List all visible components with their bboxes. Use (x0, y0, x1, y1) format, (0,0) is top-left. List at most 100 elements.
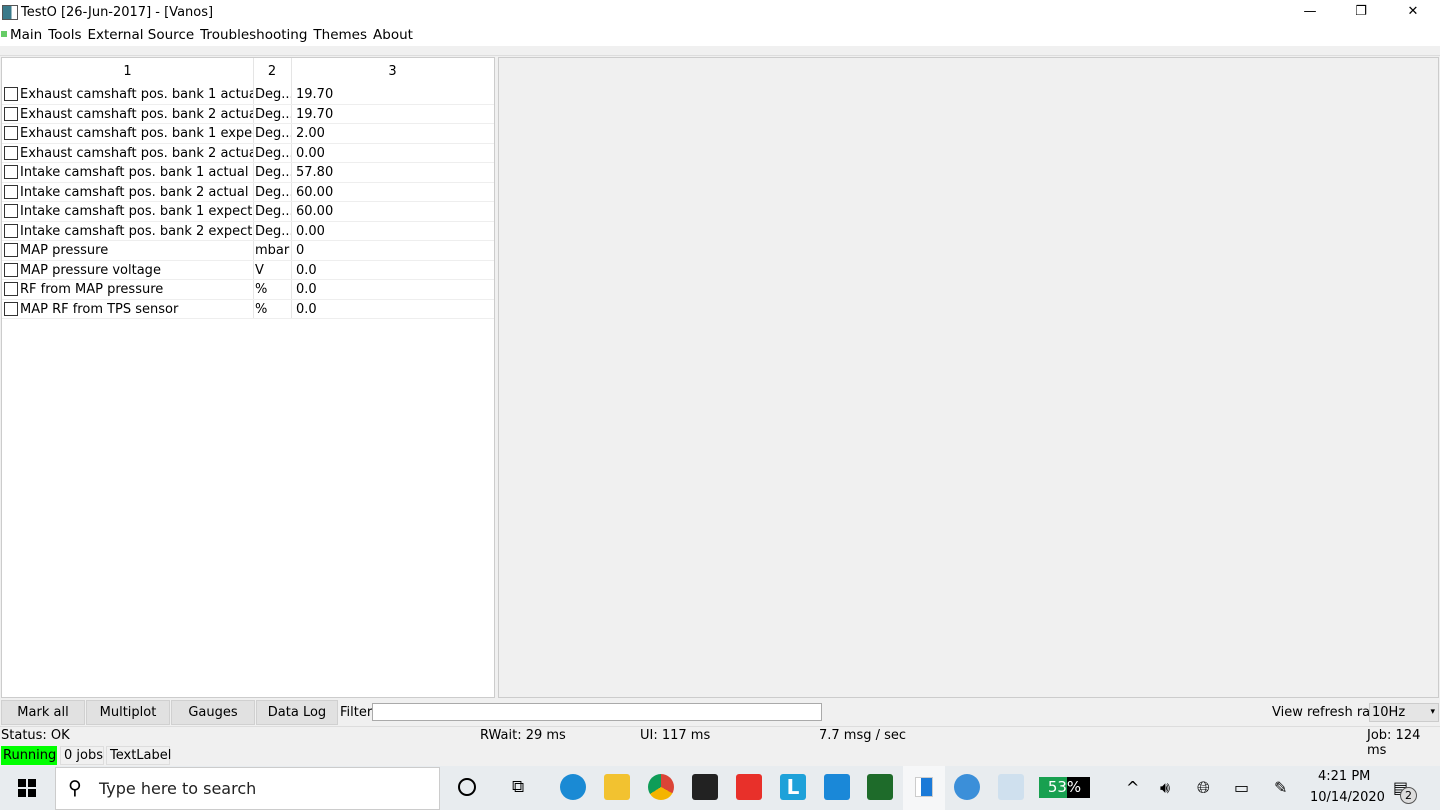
app-red-icon[interactable] (736, 774, 762, 800)
cortana-icon[interactable] (458, 778, 476, 796)
minimize-button[interactable]: — (1287, 0, 1333, 26)
active-app-tab[interactable] (903, 766, 945, 810)
mail-icon[interactable] (824, 774, 850, 800)
menu-external-source[interactable]: External Source (88, 26, 195, 45)
parameter-value: 60.00 (296, 184, 334, 200)
app-l-icon[interactable]: L (780, 774, 806, 800)
menu-bar: Main Tools External Source Troubleshooting T… (0, 26, 1440, 46)
parameter-name: MAP pressure voltage (20, 262, 161, 278)
gauges-button[interactable]: Gauges (171, 700, 255, 725)
row-checkbox[interactable] (4, 87, 18, 101)
parameter-value: 0.0 (296, 301, 317, 317)
menu-troubleshooting[interactable]: Troubleshooting (200, 26, 307, 45)
job-time-text: Job: 124 ms (1367, 728, 1421, 758)
mark-all-button[interactable]: Mark all (1, 700, 85, 725)
menu-themes[interactable]: Themes (313, 26, 367, 45)
menu-main[interactable]: Main (10, 26, 42, 45)
parameter-name: Intake camshaft pos. bank 2 actual (20, 184, 249, 200)
restore-button[interactable]: ❐ (1338, 0, 1384, 26)
app-blue-icon[interactable] (954, 774, 980, 800)
row-checkbox[interactable] (4, 106, 18, 121)
ui-time-text: UI: 117 ms (640, 728, 711, 743)
parameter-name: MAP RF from TPS sensor (20, 301, 179, 317)
row-checkbox[interactable] (4, 262, 18, 277)
parameter-table: 1 2 3 Exhaust camshaft pos. bank 1 actua… (1, 57, 495, 698)
pen-icon[interactable]: ✎ (1274, 778, 1287, 797)
table-row[interactable]: Exhaust camshaft pos. bank 1 actual Deg.… (2, 85, 494, 105)
refresh-rate-value: 10Hz (1372, 705, 1406, 720)
rwait-text: RWait: 29 ms (480, 728, 566, 743)
parameter-value: 0.0 (296, 262, 317, 278)
close-button[interactable]: ✕ (1390, 0, 1436, 26)
parameter-name: RF from MAP pressure (20, 282, 164, 297)
parameter-unit: % (255, 282, 268, 297)
parameter-unit: Deg... (255, 204, 291, 219)
table-row[interactable]: Intake camshaft pos. bank 1 expected Deg… (2, 202, 494, 222)
taskbar-search[interactable]: ⚲ Type here to search (55, 767, 440, 810)
network-icon[interactable]: 🌐︎ (1197, 778, 1210, 798)
search-icon: ⚲ (68, 777, 82, 799)
column-header-3[interactable]: 3 (291, 64, 494, 79)
menu-grip-icon (1, 31, 7, 37)
table-row[interactable]: MAP RF from TPS sensor % 0.0 (2, 300, 494, 319)
app-green-icon[interactable] (867, 774, 893, 800)
parameter-unit: Deg... (255, 126, 291, 141)
running-indicator: Running (1, 746, 57, 765)
row-checkbox[interactable] (4, 165, 18, 179)
parameter-value: 2.00 (296, 126, 325, 141)
chevron-up-icon[interactable]: ^ (1126, 778, 1139, 797)
row-checkbox[interactable] (4, 145, 18, 160)
parameter-value: 0.00 (296, 223, 325, 239)
refresh-rate-select[interactable]: 10Hz ▾ (1369, 703, 1439, 722)
parameter-value: 0.0 (296, 282, 317, 297)
chrome-icon[interactable] (648, 774, 674, 800)
filter-input[interactable] (372, 703, 822, 721)
data-log-button[interactable]: Data Log (256, 700, 338, 725)
row-checkbox[interactable] (4, 301, 18, 316)
parameter-value: 0 (296, 243, 305, 258)
parameter-unit: Deg... (255, 184, 291, 200)
multiplot-button[interactable]: Multiplot (86, 700, 170, 725)
file-explorer-icon[interactable] (604, 774, 630, 800)
app-doc-icon[interactable] (998, 774, 1024, 800)
clock-time[interactable]: 4:21 PM (1318, 769, 1370, 784)
menu-about[interactable]: About (373, 26, 413, 45)
column-header-2[interactable]: 2 (253, 64, 291, 79)
table-row[interactable]: MAP pressure mbar 0 (2, 241, 494, 261)
volume-icon[interactable]: 🔊︎ (1160, 778, 1170, 798)
parameter-unit: % (255, 301, 268, 317)
edge-icon[interactable] (560, 774, 586, 800)
table-row[interactable]: Intake camshaft pos. bank 2 expected Deg… (2, 222, 494, 241)
battery-meter: 53% (1039, 777, 1090, 798)
task-view-icon[interactable]: ⧉ (512, 777, 524, 797)
table-row[interactable]: Exhaust camshaft pos. bank 2 actual Deg.… (2, 105, 494, 124)
table-row[interactable]: MAP pressure voltage V 0.0 (2, 261, 494, 280)
parameter-value: 60.00 (296, 204, 334, 219)
row-checkbox[interactable] (4, 282, 18, 296)
window-title: TestO [26-Jun-2017] - [Vanos] (21, 5, 214, 20)
table-row[interactable]: Intake camshaft pos. bank 1 actual Deg..… (2, 163, 494, 183)
row-checkbox[interactable] (4, 126, 18, 140)
filter-label: Filter: (340, 705, 377, 720)
row-checkbox[interactable] (4, 223, 18, 238)
column-header-1[interactable]: 1 (2, 64, 253, 79)
toolbar-strip (0, 46, 1440, 56)
row-checkbox[interactable] (4, 243, 18, 257)
clock-date[interactable]: 10/14/2020 (1310, 790, 1385, 805)
row-checkbox[interactable] (4, 204, 18, 218)
row-checkbox[interactable] (4, 184, 18, 199)
parameter-name: Exhaust camshaft pos. bank 2 actual (20, 106, 253, 122)
table-row[interactable]: Exhaust camshaft pos. bank 2 actual Deg.… (2, 144, 494, 163)
parameter-name: Intake camshaft pos. bank 1 actual (20, 165, 249, 180)
battery-icon[interactable]: ▭ (1234, 778, 1249, 797)
menu-tools[interactable]: Tools (48, 26, 81, 45)
store-icon[interactable] (692, 774, 718, 800)
plot-area (498, 57, 1439, 698)
parameter-name: Intake camshaft pos. bank 2 expected (20, 223, 253, 239)
dropdown-icon: ▾ (1430, 707, 1435, 717)
table-row[interactable]: RF from MAP pressure % 0.0 (2, 280, 494, 300)
parameter-unit: Deg... (255, 106, 291, 122)
table-row[interactable]: Intake camshaft pos. bank 2 actual Deg..… (2, 183, 494, 202)
windows-start-icon[interactable] (18, 779, 36, 797)
table-row[interactable]: Exhaust camshaft pos. bank 1 expected De… (2, 124, 494, 144)
